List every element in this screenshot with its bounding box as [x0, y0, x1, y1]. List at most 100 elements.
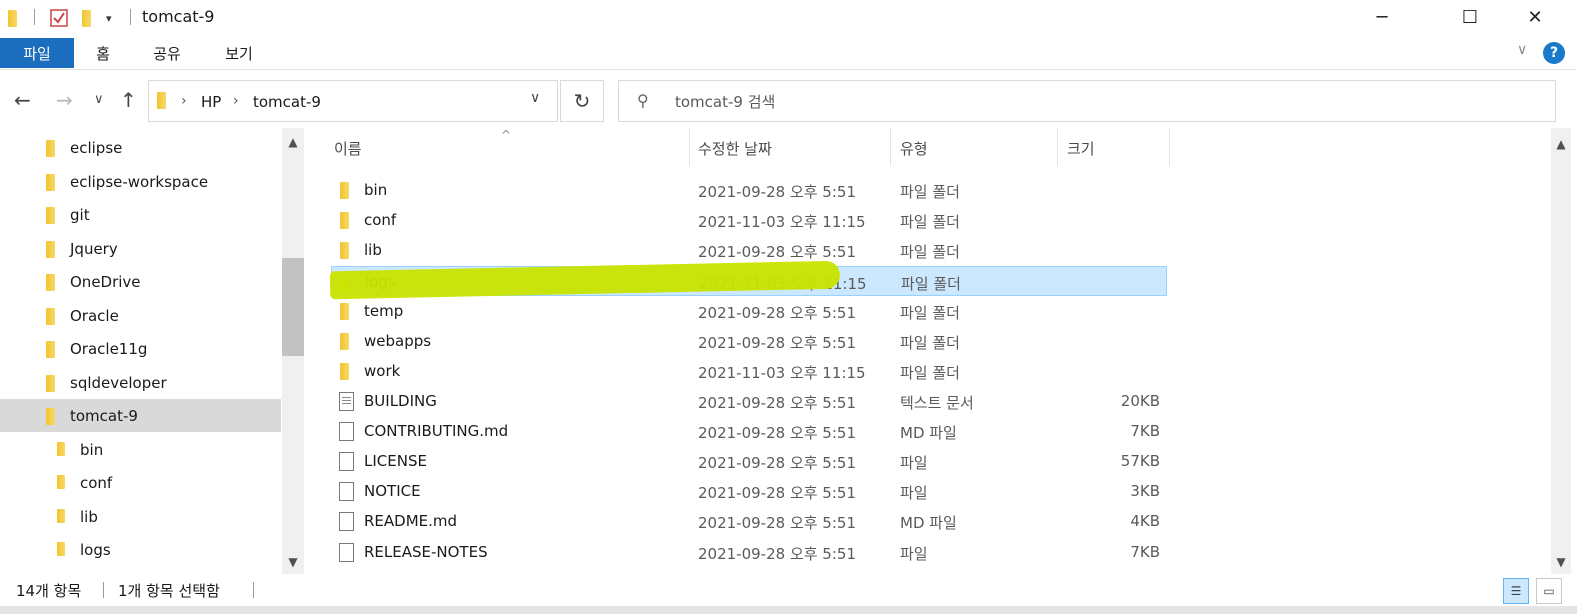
breadcrumb-hp[interactable]: HP — [201, 93, 221, 111]
sidebar-item-oracle[interactable]: Oracle — [0, 301, 281, 331]
file-type: 파일 — [900, 545, 928, 563]
column-header-type[interactable]: 유형 — [900, 128, 928, 166]
file-size: 7KB — [1130, 422, 1160, 440]
sidebar-item-oracle11g[interactable]: Oracle11g — [0, 334, 281, 364]
file-size: 57KB — [1120, 452, 1160, 470]
file-icon — [339, 452, 354, 471]
tab-file[interactable]: 파일 — [0, 38, 74, 68]
table-row[interactable]: README.md 2021-09-28 오후 5:51 MD 파일 4KB — [331, 506, 1167, 536]
recent-locations-icon[interactable]: ∨ — [94, 92, 104, 107]
folder-icon — [340, 182, 349, 199]
large-icons-view-icon[interactable]: ▭ — [1536, 578, 1562, 604]
refresh-icon[interactable]: ↻ — [560, 80, 604, 122]
folder-icon — [46, 274, 55, 291]
column-header-size[interactable]: 크기 — [1067, 128, 1095, 166]
properties-checkbox-icon[interactable] — [50, 7, 68, 29]
table-row[interactable]: LICENSE 2021-09-28 오후 5:51 파일 57KB — [331, 446, 1167, 476]
sidebar-item-label: OneDrive — [70, 273, 141, 291]
forward-icon[interactable]: → — [56, 88, 73, 112]
file-date: 2021-09-28 오후 5:51 — [698, 424, 856, 442]
scroll-up-icon[interactable]: ▲ — [282, 132, 304, 152]
new-folder-icon[interactable] — [82, 7, 91, 29]
table-row[interactable]: temp 2021-09-28 오후 5:51 파일 폴더 — [331, 296, 1167, 326]
file-icon — [339, 422, 354, 441]
sidebar-item-jquery[interactable]: Jquery — [0, 234, 281, 264]
sidebar-item-eclipse-workspace[interactable]: eclipse-workspace — [0, 167, 281, 197]
file-name: lib — [364, 241, 382, 259]
tab-home[interactable]: 홈 — [84, 38, 122, 68]
sidebar-item-logs[interactable]: logs — [0, 535, 281, 565]
folder-icon — [46, 241, 55, 258]
file-name: LICENSE — [364, 452, 427, 470]
address-bar[interactable]: › HP › tomcat-9 — [148, 80, 558, 122]
collapse-ribbon-icon[interactable]: ∨ — [1517, 42, 1527, 58]
divider — [253, 582, 254, 598]
table-row[interactable]: bin 2021-09-28 오후 5:51 파일 폴더 — [331, 175, 1167, 205]
file-type: 파일 폴더 — [900, 304, 960, 322]
column-header-date[interactable]: 수정한 날짜 — [698, 128, 772, 166]
file-name: webapps — [364, 332, 432, 350]
table-row[interactable]: conf 2021-11-03 오후 11:15 파일 폴더 — [331, 205, 1167, 235]
table-row[interactable]: work 2021-11-03 오후 11:15 파일 폴더 — [331, 356, 1167, 386]
folder-icon — [340, 333, 349, 350]
navigation-pane: eclipse eclipse-workspace git Jquery One… — [0, 128, 305, 574]
table-row[interactable]: CONTRIBUTING.md 2021-09-28 오후 5:51 MD 파일 7K… — [331, 416, 1167, 446]
details-view-icon[interactable]: ☰ — [1503, 578, 1529, 604]
sidebar-item-git[interactable]: git — [0, 200, 281, 230]
search-input[interactable]: ⚲ tomcat-9 검색 — [618, 80, 1556, 122]
sidebar-item-label: git — [70, 206, 90, 224]
sidebar-item-bin[interactable]: bin — [0, 435, 281, 465]
file-date: 2021-09-28 오후 5:51 — [698, 304, 856, 322]
address-dropdown-icon[interactable]: ∨ — [530, 90, 540, 106]
help-icon[interactable]: ? — [1543, 42, 1565, 64]
table-row[interactable]: BUILDING 2021-09-28 오후 5:51 텍스트 문서 20KB — [331, 386, 1167, 416]
file-type: 텍스트 문서 — [900, 394, 974, 412]
maximize-icon[interactable]: ☐ — [1440, 0, 1500, 34]
table-row[interactable]: NOTICE 2021-09-28 오후 5:51 파일 3KB — [331, 476, 1167, 506]
file-icon — [339, 482, 354, 501]
sidebar-scroll-thumb[interactable] — [282, 258, 304, 356]
back-icon[interactable]: ← — [14, 88, 31, 112]
scroll-up-icon[interactable]: ▲ — [1551, 134, 1571, 154]
breadcrumb-separator[interactable]: › — [181, 93, 187, 109]
scroll-down-icon[interactable]: ▼ — [1551, 552, 1571, 572]
file-type: 파일 폴더 — [900, 183, 960, 201]
sidebar-item-tomcat-9[interactable]: tomcat-9 — [0, 399, 281, 432]
column-divider[interactable] — [890, 128, 891, 166]
column-divider[interactable] — [1169, 128, 1170, 166]
sidebar-item-label: lib — [80, 508, 98, 526]
tab-view[interactable]: 보기 — [214, 38, 264, 68]
sidebar-item-conf[interactable]: conf — [0, 468, 281, 498]
customize-toolbar-icon[interactable]: ▾ — [106, 7, 112, 29]
window-bottom-edge — [0, 606, 1577, 614]
column-divider[interactable] — [689, 128, 690, 166]
sidebar-item-sqldeveloper[interactable]: sqldeveloper — [0, 368, 281, 398]
breadcrumb-tomcat[interactable]: tomcat-9 — [253, 93, 321, 111]
sidebar-item-eclipse[interactable]: eclipse — [0, 133, 281, 163]
file-size: 4KB — [1130, 512, 1160, 530]
sidebar-scrollbar[interactable]: ▲ ▼ — [282, 128, 304, 574]
column-divider[interactable] — [1057, 128, 1058, 166]
close-icon[interactable]: ✕ — [1505, 0, 1565, 34]
file-date: 2021-09-28 오후 5:51 — [698, 394, 856, 412]
folder-icon — [46, 207, 55, 224]
breadcrumb-separator[interactable]: › — [233, 93, 239, 109]
minimize-icon[interactable]: ─ — [1352, 0, 1412, 34]
file-list-scrollbar[interactable]: ▲ ▼ — [1551, 128, 1571, 574]
file-date: 2021-09-28 오후 5:51 — [698, 484, 856, 502]
column-header-name[interactable]: 이름 — [334, 128, 362, 166]
table-row[interactable]: RELEASE-NOTES 2021-09-28 오후 5:51 파일 7KB — [331, 537, 1167, 567]
sidebar-item-onedrive[interactable]: OneDrive — [0, 267, 281, 297]
divider — [130, 9, 131, 25]
up-icon[interactable]: ↑ — [120, 88, 137, 112]
scroll-down-icon[interactable]: ▼ — [282, 552, 304, 572]
table-row[interactable]: lib 2021-09-28 오후 5:51 파일 폴더 — [331, 235, 1167, 265]
sidebar-item-lib[interactable]: lib — [0, 502, 281, 532]
table-row[interactable]: webapps 2021-09-28 오후 5:51 파일 폴더 — [331, 326, 1167, 356]
file-size: 7KB — [1130, 543, 1160, 561]
tab-share[interactable]: 공유 — [142, 38, 192, 68]
sidebar-item-label: eclipse-workspace — [70, 173, 209, 191]
divider — [103, 582, 104, 598]
file-date: 2021-09-28 오후 5:51 — [698, 454, 856, 472]
status-bar: 14개 항목 1개 항목 선택함 ☰ ▭ — [0, 574, 1577, 606]
